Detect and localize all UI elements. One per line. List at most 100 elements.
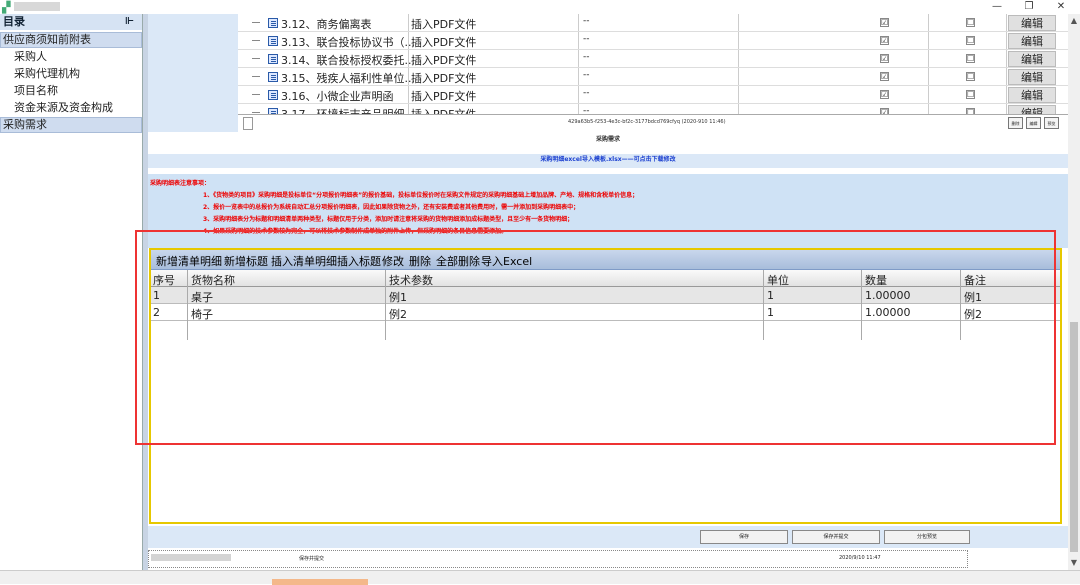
main-panel: 3.12、商务偏离表 插入PDF文件 -- ☑ ☐ 编辑 3.13、联合投标协议…: [148, 14, 1068, 570]
required-checkbox[interactable]: ☑: [880, 18, 889, 27]
attachment-status: --: [583, 52, 590, 62]
col-header-no[interactable]: 序号: [153, 272, 175, 288]
col-header-unit[interactable]: 单位: [767, 272, 789, 288]
col-header-name[interactable]: 货物名称: [191, 272, 235, 288]
sidebar-category-vendor-notes[interactable]: 供应商须知前附表: [0, 32, 142, 48]
status-bar: [0, 570, 1080, 585]
close-icon[interactable]: ✕: [1050, 0, 1072, 14]
import-template-link[interactable]: 采购明细excel导入模板.xlsx——可点击下载修改: [148, 154, 1068, 168]
minimize-icon[interactable]: —: [986, 0, 1008, 14]
delete-button[interactable]: 删除: [1008, 117, 1023, 129]
optional-checkbox[interactable]: ☐: [966, 90, 975, 99]
attachment-row[interactable]: 3.12、商务偏离表 插入PDF文件 -- ☑ ☐ 编辑: [238, 14, 1068, 32]
scroll-up-icon[interactable]: ▲: [1068, 16, 1080, 25]
cell-qty: 1.00000: [865, 289, 911, 302]
document-icon: [268, 18, 278, 28]
insert-item-button[interactable]: 插入清单明细: [271, 253, 337, 269]
edit-button[interactable]: 编辑: [1026, 117, 1041, 129]
insert-title-button[interactable]: 插入标题: [337, 253, 381, 269]
edit-button[interactable]: 编辑: [1008, 69, 1056, 85]
sidebar-item-agency[interactable]: 采购代理机构: [0, 65, 142, 82]
table-row[interactable]: 1 桌子 例1 1 1.00000 例1: [151, 287, 1060, 304]
col-divider: [960, 270, 961, 340]
attachment-name: 3.16、小微企业声明函: [281, 90, 394, 103]
scroll-down-icon[interactable]: ▼: [1068, 558, 1080, 567]
sidebar-category-requirements[interactable]: 采购需求: [0, 117, 142, 133]
action-label: 保存并提交: [299, 556, 325, 562]
edit-button[interactable]: 编辑: [1008, 87, 1056, 103]
main-scrollbar[interactable]: ▲ ▼: [1068, 14, 1080, 570]
attachment-row[interactable]: 3.17、环境标志产品明细... 插入PDF文件 -- ☑ ☐ 编辑: [238, 104, 1068, 114]
required-checkbox[interactable]: ☑: [880, 54, 889, 63]
preview-package-button[interactable]: 分包预览: [884, 530, 970, 544]
col-header-note[interactable]: 备注: [964, 272, 986, 288]
cell-spec: 例1: [389, 291, 407, 304]
add-item-button[interactable]: 新增清单明细: [156, 253, 222, 269]
edit-button[interactable]: 编辑: [1008, 15, 1056, 31]
tree-line: [252, 40, 260, 41]
col-header-spec[interactable]: 技术参数: [389, 272, 433, 288]
table-row[interactable]: 2 椅子 例2 1 1.00000 例2: [151, 304, 1060, 321]
col-divider: [385, 270, 386, 340]
document-icon: [268, 36, 278, 46]
optional-checkbox[interactable]: ☐: [966, 54, 975, 63]
grid-toolbar: 新增清单明细 新增标题 插入清单明细 插入标题 修改 删除 全部删除 导入Exc…: [151, 250, 1060, 270]
delete-all-button[interactable]: 全部删除: [436, 253, 480, 269]
attachment-type[interactable]: 插入PDF文件: [411, 88, 476, 104]
cell-unit: 1: [767, 306, 774, 319]
edit-button[interactable]: 编辑: [1008, 51, 1056, 67]
pin-icon[interactable]: ⊩: [125, 14, 134, 30]
grid-header: 序号 货物名称 技术参数 单位 数量 备注: [151, 270, 1060, 287]
sidebar-item-funding[interactable]: 资金来源及资金构成: [0, 99, 142, 116]
cell-no: 1: [153, 289, 160, 302]
optional-checkbox[interactable]: ☐: [966, 72, 975, 81]
sidebar-item-purchaser[interactable]: 采购人: [0, 48, 142, 65]
attachments-area: 3.12、商务偏离表 插入PDF文件 -- ☑ ☐ 编辑 3.13、联合投标协议…: [148, 14, 1068, 132]
attachment-row[interactable]: 3.14、联合投标授权委托... 插入PDF文件 -- ☑ ☐ 编辑: [238, 50, 1068, 68]
note-line: 1、《货物类的项目》采购明细是投标单位“分项报价明细表”的报价基础，投标单位报价…: [203, 192, 639, 199]
document-icon: [243, 117, 253, 130]
procurement-grid: 新增清单明细 新增标题 插入清单明细 插入标题 修改 删除 全部删除 导入Exc…: [149, 248, 1062, 524]
attachment-row[interactable]: 3.13、联合投标协议书（... 插入PDF文件 -- ☑ ☐ 编辑: [238, 32, 1068, 50]
attachment-row[interactable]: 3.16、小微企业声明函 插入PDF文件 -- ☑ ☐ 编辑: [238, 86, 1068, 104]
attachment-name: 3.12、商务偏离表: [281, 18, 372, 31]
document-icon: [268, 54, 278, 64]
add-title-button[interactable]: 新增标题: [224, 253, 268, 269]
delete-button[interactable]: 删除: [409, 253, 431, 269]
attachment-type[interactable]: 插入PDF文件: [411, 34, 476, 50]
required-checkbox[interactable]: ☑: [880, 90, 889, 99]
history-row: 保存并提交 2020/9/10 11:47: [148, 550, 968, 568]
col-header-qty[interactable]: 数量: [865, 272, 887, 288]
notes-panel: 采购明细表注意事项： 1、《货物类的项目》采购明细是投标单位“分项报价明细表”的…: [148, 174, 1068, 248]
import-excel-button[interactable]: 导入Excel: [481, 253, 532, 269]
action-timestamp: 2020/9/10 11:47: [839, 555, 881, 561]
attachment-type[interactable]: 插入PDF文件: [411, 16, 476, 32]
required-checkbox[interactable]: ☑: [880, 36, 889, 45]
modify-button[interactable]: 修改: [382, 253, 404, 269]
attachment-type[interactable]: 插入PDF文件: [411, 106, 476, 114]
attachment-status: --: [583, 106, 590, 114]
tree-line: [252, 58, 260, 59]
preview-button[interactable]: 预览: [1044, 117, 1059, 129]
save-submit-button[interactable]: 保存并提交: [792, 530, 880, 544]
cell-name: 桌子: [191, 291, 213, 304]
edit-button[interactable]: 编辑: [1008, 33, 1056, 49]
save-button[interactable]: 保存: [700, 530, 788, 544]
scrollbar-thumb[interactable]: [1070, 322, 1078, 552]
optional-checkbox[interactable]: ☐: [966, 36, 975, 45]
attachment-type[interactable]: 插入PDF文件: [411, 52, 476, 68]
cell-spec: 例2: [389, 308, 407, 321]
required-checkbox[interactable]: ☑: [880, 72, 889, 81]
col-divider: [187, 270, 188, 340]
attachment-name: 3.14、联合投标授权委托...: [281, 54, 415, 67]
attachment-row[interactable]: 3.15、残疾人福利性单位... 插入PDF文件 -- ☑ ☐ 编辑: [238, 68, 1068, 86]
attachment-type[interactable]: 插入PDF文件: [411, 70, 476, 86]
window-titlebar: ▞ — ❐ ✕: [0, 0, 1080, 14]
restore-icon[interactable]: ❐: [1018, 0, 1040, 14]
attachment-name: 3.15、残疾人福利性单位...: [281, 72, 415, 85]
edit-button[interactable]: 编辑: [1008, 105, 1056, 114]
document-icon: [268, 72, 278, 82]
optional-checkbox[interactable]: ☐: [966, 18, 975, 27]
sidebar-item-project-name[interactable]: 项目名称: [0, 82, 142, 99]
cell-name: 椅子: [191, 308, 213, 321]
